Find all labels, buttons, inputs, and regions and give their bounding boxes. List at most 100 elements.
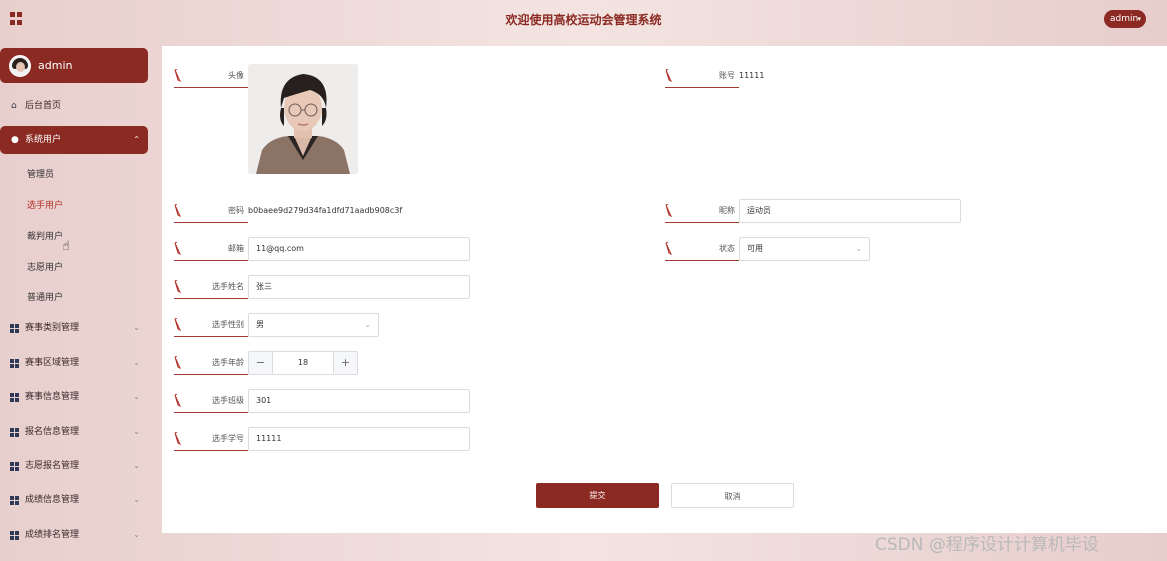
app-title: 欢迎使用高校运动会管理系统 — [505, 13, 662, 27]
grid-icon — [10, 428, 19, 437]
top-header: 欢迎使用高校运动会管理系统 admin ▾ — [0, 0, 1167, 40]
sidebar-item-label: 成绩排名管理 — [25, 530, 80, 540]
field-label-text: 邮箱 — [228, 244, 244, 253]
chevron-down-icon: ▾ — [1137, 15, 1141, 23]
sidebar-subitem-judge[interactable]: 裁判用户 — [27, 229, 63, 242]
grid-icon — [10, 324, 19, 333]
chevron-down-icon: ⌄ — [133, 392, 140, 401]
pen-icon — [665, 69, 673, 82]
chevron-down-icon: ⌄ — [133, 495, 140, 504]
status-label: 状态 — [665, 237, 739, 261]
player-age-stepper[interactable]: − 18 + — [248, 351, 358, 375]
email-input[interactable]: 11@qq.com — [248, 237, 470, 261]
player-class-input[interactable]: 301 — [248, 389, 470, 413]
grid-icon — [10, 496, 19, 505]
home-icon: ⌂ — [11, 101, 17, 111]
sidebar-item-ranking[interactable]: 成绩排名管理 ⌄ — [0, 524, 148, 546]
sidebar-subitem-player[interactable]: 选手用户 — [27, 198, 63, 211]
nickname-input[interactable]: 运动员 — [739, 199, 961, 223]
sidebar-item-label: 报名信息管理 — [25, 427, 80, 437]
field-label-text: 头像 — [228, 71, 244, 80]
account-value: 11111 — [739, 71, 765, 80]
submit-button[interactable]: 提交 — [536, 483, 659, 508]
sidebar-item-label: 赛事信息管理 — [25, 392, 80, 402]
field-label-text: 选手学号 — [212, 434, 244, 443]
avatar-image[interactable] — [248, 64, 358, 174]
chevron-down-icon: ⌄ — [133, 461, 140, 470]
profile-card: admin — [0, 48, 148, 83]
account-label: 账号 — [665, 64, 739, 88]
grid-icon — [10, 531, 19, 540]
pen-icon — [174, 204, 182, 217]
field-label-text: 选手年龄 — [212, 358, 244, 367]
pen-icon — [174, 394, 182, 407]
player-gender-select[interactable]: 男 ⌄ — [248, 313, 379, 337]
pen-icon — [174, 356, 182, 369]
user-icon: ● — [11, 135, 19, 145]
chevron-down-icon: ⌄ — [855, 244, 862, 253]
field-label-text: 昵称 — [719, 206, 735, 215]
sidebar-item-system-users[interactable]: ● 系统用户 ⌃ — [0, 126, 148, 154]
sidebar-item-label: 赛事区域管理 — [25, 358, 80, 368]
pen-icon — [174, 242, 182, 255]
sidebar-item-volunteer-signup[interactable]: 志愿报名管理 ⌄ — [0, 455, 148, 477]
grid-icon — [10, 393, 19, 402]
player-name-label: 选手姓名 — [174, 275, 248, 299]
cancel-button[interactable]: 取消 — [671, 483, 794, 508]
avatar — [9, 55, 31, 77]
sidebar-subitem-normal[interactable]: 普通用户 — [27, 290, 63, 303]
pen-icon — [665, 204, 673, 217]
sidebar-item-label: 成绩信息管理 — [25, 495, 80, 505]
chevron-down-icon: ⌄ — [133, 427, 140, 436]
sidebar-item-signup[interactable]: 报名信息管理 ⌄ — [0, 421, 148, 443]
sidebar-item-label: 赛事类别管理 — [25, 323, 80, 333]
edit-form-panel: 头像 账号 11111 密码 b0baee9d279d34fa1dfd71aad… — [162, 46, 1167, 533]
sidebar-item-label: 系统用户 — [25, 135, 62, 145]
chevron-up-icon: ⌃ — [133, 135, 140, 144]
chevron-down-icon: ⌄ — [133, 323, 140, 332]
player-class-label: 选手班级 — [174, 389, 248, 413]
field-label-text: 选手班级 — [212, 396, 244, 405]
sidebar-item-area[interactable]: 赛事区域管理 ⌄ — [0, 352, 148, 374]
pen-icon — [174, 432, 182, 445]
field-label-text: 选手性别 — [212, 320, 244, 329]
sidebar-item-label: 志愿报名管理 — [25, 461, 80, 471]
user-menu-button[interactable]: admin ▾ — [1104, 10, 1146, 28]
player-id-label: 选手学号 — [174, 427, 248, 451]
grid-icon — [10, 462, 19, 471]
chevron-down-icon: ⌄ — [133, 358, 140, 367]
pen-icon — [174, 69, 182, 82]
avatar-label: 头像 — [174, 64, 248, 88]
profile-name: admin — [38, 59, 73, 72]
sidebar-item-home[interactable]: ⌂ 后台首页 — [0, 95, 148, 117]
sidebar-subitem-admin[interactable]: 管理员 — [27, 167, 54, 180]
decrease-button[interactable]: − — [249, 352, 273, 374]
sidebar-item-label: 后台首页 — [25, 101, 62, 111]
nickname-label: 昵称 — [665, 199, 739, 223]
player-id-input[interactable]: 11111 — [248, 427, 470, 451]
player-age-label: 选手年龄 — [174, 351, 248, 375]
user-menu-label: admin — [1110, 14, 1139, 24]
player-name-input[interactable]: 张三 — [248, 275, 470, 299]
field-label-text: 选手姓名 — [212, 282, 244, 291]
chevron-down-icon: ⌄ — [364, 320, 371, 329]
field-label-text: 账号 — [719, 71, 735, 80]
pen-icon — [174, 318, 182, 331]
password-value: b0baee9d279d34fa1dfd71aadb908c3f — [248, 206, 403, 215]
chevron-down-icon: ⌄ — [133, 530, 140, 539]
watermark-text: CSDN @程序设计计算机毕设 — [875, 535, 1099, 555]
sidebar-item-score[interactable]: 成绩信息管理 ⌄ — [0, 489, 148, 511]
status-select-value: 可用 — [747, 244, 763, 253]
sidebar-item-category[interactable]: 赛事类别管理 ⌄ — [0, 317, 148, 339]
gender-select-value: 男 — [256, 320, 264, 329]
pen-icon — [665, 242, 673, 255]
sidebar-subitem-volunteer[interactable]: 志愿用户 — [27, 260, 63, 273]
increase-button[interactable]: + — [333, 352, 357, 374]
field-label-text: 密码 — [228, 206, 244, 215]
sidebar-item-event-info[interactable]: 赛事信息管理 ⌄ — [0, 386, 148, 408]
grid-icon — [10, 359, 19, 368]
status-select[interactable]: 可用 ⌄ — [739, 237, 870, 261]
portrait-image — [248, 64, 358, 174]
mouse-cursor-icon: ☝ — [62, 239, 70, 254]
pen-icon — [174, 280, 182, 293]
